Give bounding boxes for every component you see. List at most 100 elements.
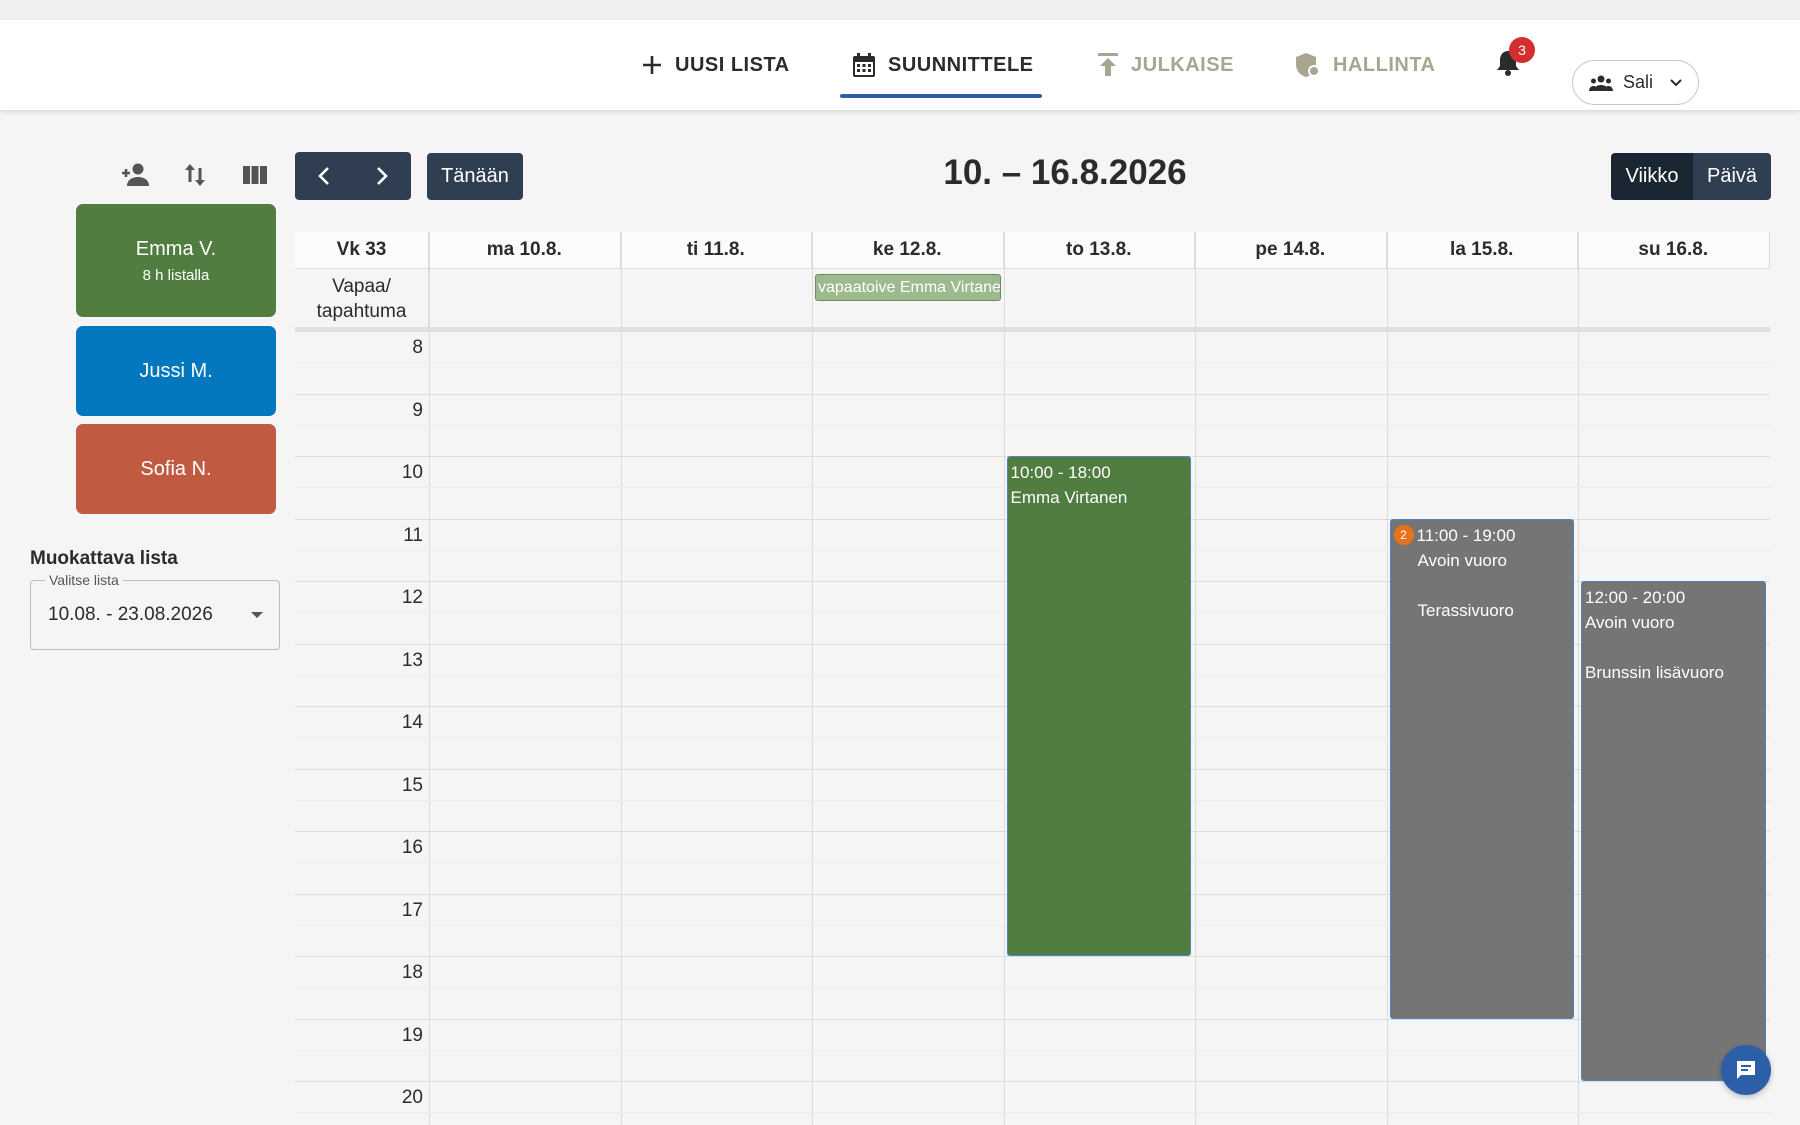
shift-note: Terassivuoro xyxy=(1417,600,1514,620)
shift-count-badge: 2 xyxy=(1393,525,1414,545)
hour-label: 11 xyxy=(403,524,423,546)
hour-label: 14 xyxy=(401,712,423,733)
shift-time-text: 12:00 - 20:00 xyxy=(1585,588,1686,607)
day-header: ke 12.8. xyxy=(812,232,1004,269)
hour-label: 13 xyxy=(401,649,423,671)
nav-new-list-label: UUSI LISTA xyxy=(675,53,790,76)
nav-publish-label: JULKAISE xyxy=(1131,53,1234,76)
shift-time-text: 10:00 - 18:00 xyxy=(1010,463,1111,482)
notification-badge: 3 xyxy=(1509,37,1535,63)
half-hour-line xyxy=(295,424,1770,426)
nav-admin[interactable]: HALLINTA xyxy=(1295,20,1436,110)
employee-name: Jussi M. xyxy=(139,359,213,382)
chevron-right-icon xyxy=(377,167,388,185)
grid-column-line xyxy=(1003,232,1005,1125)
group-icon xyxy=(1589,75,1613,91)
shift-title: Avoin vuoro xyxy=(1417,550,1507,570)
day-header: pe 14.8. xyxy=(1195,232,1387,269)
shift-time-text: 11:00 - 19:00 xyxy=(1416,525,1516,545)
caret-down-icon xyxy=(251,612,263,618)
date-range-title: 10. – 16.8.2026 xyxy=(943,153,1187,192)
grid-column-line xyxy=(1578,232,1579,1125)
plus-icon xyxy=(643,56,661,74)
hour-label: 8 xyxy=(412,337,423,358)
list-select[interactable]: Valitse lista 10.08. - 23.08.2026 xyxy=(30,572,280,650)
half-hour-line xyxy=(295,1049,1770,1051)
employee-card[interactable]: Jussi M. xyxy=(76,326,276,416)
nav-active-indicator xyxy=(840,94,1042,98)
add-person-icon[interactable] xyxy=(120,160,150,190)
half-hour-line xyxy=(295,1112,1770,1114)
hour-label: 12 xyxy=(401,587,423,608)
nav-admin-label: HALLINTA xyxy=(1333,53,1436,76)
grid-column-line xyxy=(1386,232,1388,1125)
day-header: su 16.8. xyxy=(1578,232,1770,269)
prev-week-button[interactable] xyxy=(295,152,353,200)
shift-event[interactable]: 12:00 - 20:00 Avoin vuoro Brunssin lisävuo… xyxy=(1581,581,1766,1081)
view-day-button[interactable]: Päivä xyxy=(1693,153,1771,200)
grid-column-line xyxy=(1769,232,1770,1125)
shift-note: Brunssin lisävuoro xyxy=(1585,663,1724,682)
week-number-header: Vk 33 xyxy=(295,232,429,269)
grid-column-line xyxy=(429,232,430,1125)
user-menu-button[interactable]: Sali xyxy=(1572,60,1699,105)
list-select-label: Valitse lista xyxy=(45,572,123,588)
day-header: la 15.8. xyxy=(1386,232,1578,269)
hour-line xyxy=(295,1081,1770,1082)
editable-list-title: Muokattava lista xyxy=(30,548,178,569)
nav-publish[interactable]: JULKAISE xyxy=(1097,20,1234,110)
publish-icon xyxy=(1098,53,1118,76)
shift-time: 10:00 - 18:00 xyxy=(1011,460,1188,485)
chevron-down-icon xyxy=(1670,78,1682,86)
grid-column-line xyxy=(812,232,813,1125)
sort-icon[interactable] xyxy=(180,160,210,190)
shift-title: Emma Virtanen xyxy=(1010,488,1128,507)
employee-card[interactable]: Sofia N. xyxy=(76,424,276,514)
hour-label: 10 xyxy=(401,462,423,483)
list-select-value: 10.08. - 23.08.2026 xyxy=(48,604,213,625)
employee-hours: 8 h listalla xyxy=(142,266,210,284)
hour-line xyxy=(295,393,1770,395)
admin-shield-icon xyxy=(1296,53,1320,77)
view-toggle: Viikko Päivä xyxy=(1611,153,1771,200)
day-header: ti 11.8. xyxy=(620,232,812,269)
chevron-left-icon xyxy=(318,167,329,185)
user-menu-label: Sali xyxy=(1623,72,1654,92)
employee-card[interactable]: Emma V. 8 h listalla xyxy=(76,204,276,317)
chat-button[interactable] xyxy=(1721,1045,1771,1095)
grid-column-line xyxy=(1195,232,1196,1125)
shift-time: 12:00 - 20:00 xyxy=(1585,585,1762,610)
allday-event[interactable]: vapaatoive Emma Virtanen xyxy=(815,274,1001,301)
date-nav-group xyxy=(295,152,411,200)
allday-row-label: Vapaa/ tapahtuma xyxy=(295,269,429,327)
hour-label: 18 xyxy=(401,962,423,983)
employee-name: Emma V. xyxy=(135,237,217,260)
day-header: to 13.8. xyxy=(1003,232,1195,269)
view-week-button[interactable]: Viikko xyxy=(1611,153,1693,200)
half-hour-line xyxy=(295,362,1770,364)
grid-column-line xyxy=(620,232,622,1125)
hour-label: 17 xyxy=(401,899,423,921)
hour-line xyxy=(295,1018,1770,1020)
employee-name: Sofia N. xyxy=(140,457,212,480)
today-button[interactable]: Tänään xyxy=(427,153,523,200)
shift-event[interactable]: 2 11:00 - 19:00 Avoin vuoro Terassivuoro xyxy=(1389,518,1574,1019)
shift-title: Avoin vuoro xyxy=(1585,613,1675,632)
calendar-icon xyxy=(853,53,875,77)
columns-icon[interactable] xyxy=(240,160,270,190)
day-header: ma 10.8. xyxy=(429,232,621,269)
nav-new-list[interactable]: UUSI LISTA xyxy=(641,20,790,110)
hour-label: 20 xyxy=(401,1087,423,1108)
top-strip xyxy=(0,0,1800,20)
hour-line xyxy=(295,331,1770,332)
hour-label: 15 xyxy=(401,774,423,796)
shift-event[interactable]: 10:00 - 18:00 Emma Virtanen xyxy=(1006,456,1191,956)
hour-label: 9 xyxy=(412,399,423,421)
chat-icon xyxy=(1737,1061,1755,1079)
shift-time: 2 11:00 - 19:00 xyxy=(1393,523,1571,548)
next-week-button[interactable] xyxy=(353,152,411,200)
hour-label: 19 xyxy=(401,1024,423,1046)
week-calendar: Vk 33 Vapaa/ tapahtuma vapaatoive Emma V… xyxy=(295,232,1770,1125)
nav-plan-label: SUUNNITTELE xyxy=(888,53,1034,76)
hour-label: 16 xyxy=(401,837,423,858)
